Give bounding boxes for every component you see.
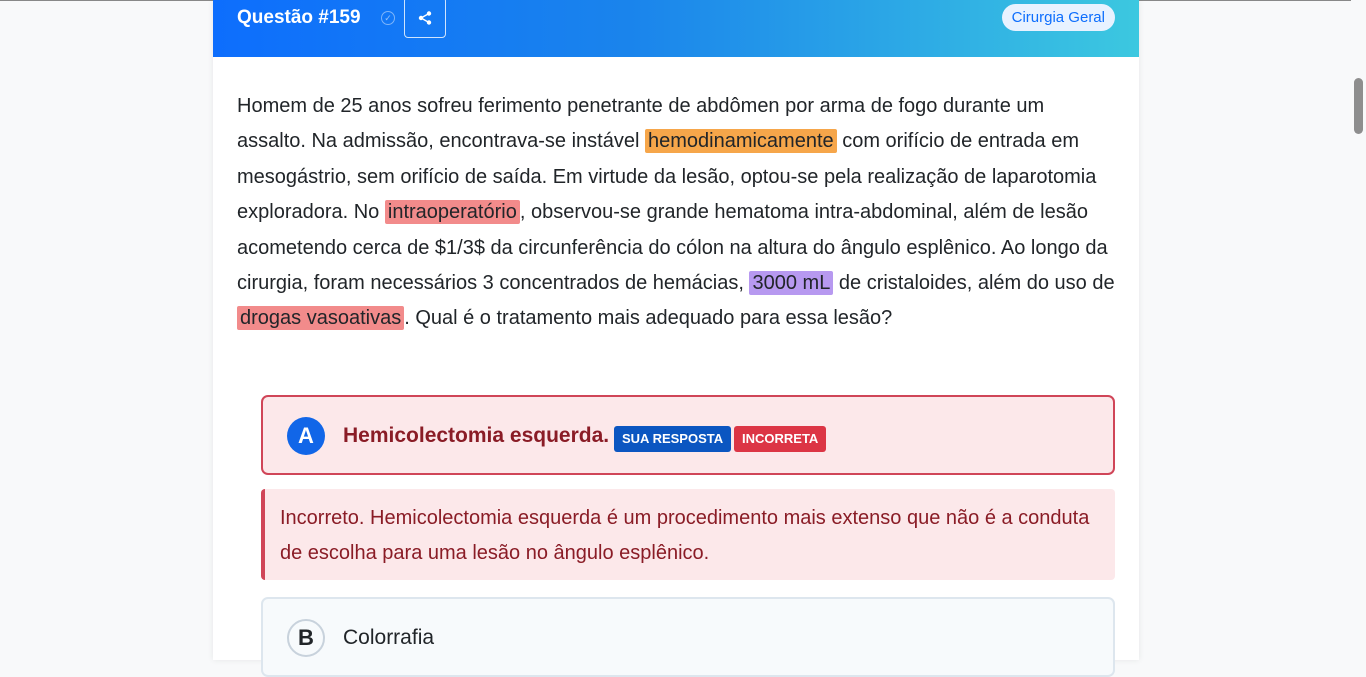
incorrect-badge: INCORRETA [734, 426, 827, 452]
option-letter-b: B [287, 619, 325, 657]
page-scrollbar[interactable] [1351, 0, 1366, 639]
check-circle-icon: ✓ [381, 11, 395, 25]
question-text: Homem de 25 anos sofreu ferimento penetr… [237, 89, 1117, 337]
question-text-part: . Qual é o tratamento mais adequado para… [404, 307, 893, 330]
share-button[interactable] [404, 0, 446, 38]
highlight-hemodinamicamente: hemodinamicamente [644, 129, 837, 154]
feedback-text: Incorreto. Hemicolectomia esquerda é um … [280, 507, 1090, 564]
question-card: Questão #159 ✓ Cirurgia Geral Homem de 2… [213, 0, 1139, 677]
option-letter-a: A [287, 417, 325, 455]
your-answer-badge: SUA RESPOSTA [614, 426, 732, 452]
category-tag[interactable]: Cirurgia Geral [1001, 4, 1115, 31]
option-a[interactable]: A Hemicolectomia esquerda. SUA RESPOSTA … [261, 395, 1115, 475]
highlight-volume: 3000 mL [749, 271, 834, 296]
highlight-drogas-vasoativas: drogas vasoativas [237, 306, 405, 331]
option-b-text: Colorrafia [343, 626, 435, 649]
question-text-part: de cristaloides, além do uso de [833, 272, 1115, 295]
option-b[interactable]: B Colorrafia [261, 597, 1115, 677]
scrollbar-thumb[interactable] [1354, 78, 1363, 134]
question-title: Questão #159 [237, 7, 361, 28]
highlight-intraoperatorio: intraoperatório [384, 200, 520, 225]
option-a-feedback: Incorreto. Hemicolectomia esquerda é um … [261, 489, 1115, 580]
option-a-text: Hemicolectomia esquerda. [343, 424, 610, 447]
question-header: Questão #159 ✓ Cirurgia Geral [213, 0, 1139, 57]
share-icon [418, 10, 432, 25]
